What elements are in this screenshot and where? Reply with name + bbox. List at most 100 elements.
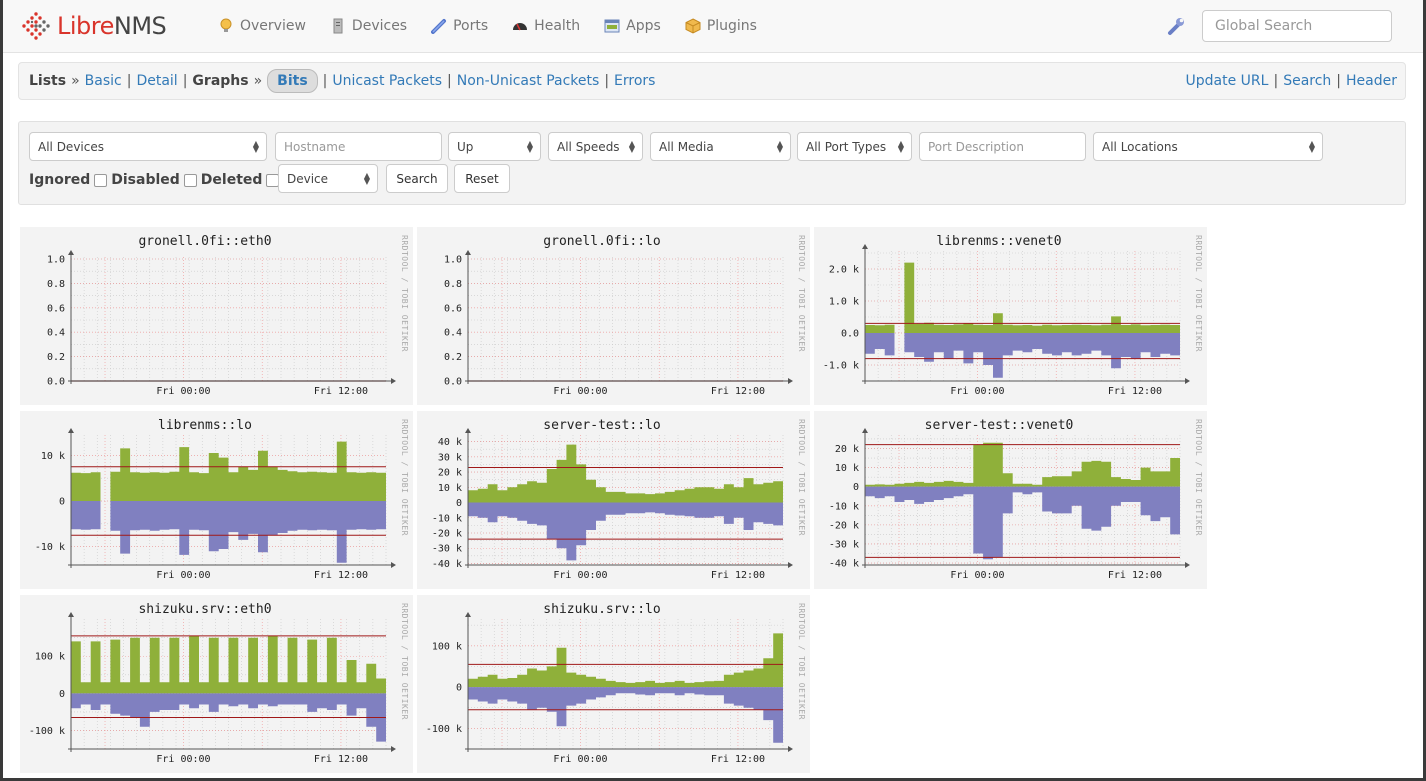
y-tick-label: -100 k <box>426 724 462 735</box>
graph-tile[interactable]: librenms::venet0 RRDTOOL / TOBI OETIKER -1… <box>814 227 1207 405</box>
lightbulb-icon <box>220 18 232 32</box>
separator: | <box>447 73 452 89</box>
state-select[interactable]: Up ▲ ▼ <box>448 132 541 161</box>
y-tick-label: 0.0 <box>841 329 859 340</box>
link-basic[interactable]: Basic <box>85 73 122 89</box>
x-tick-label: Fri 12:00 <box>711 386 765 397</box>
disabled-checkbox[interactable] <box>183 173 197 187</box>
y-tick-label: -40 k <box>432 559 462 570</box>
y-axis-arrow <box>465 250 471 255</box>
sort-select[interactable]: Device ▲ ▼ <box>278 164 378 193</box>
x-tick-label: Fri 12:00 <box>314 386 368 397</box>
y-tick-label: 0.6 <box>47 303 65 314</box>
series-area-in <box>865 262 1180 333</box>
nav-plugins-label: Plugins <box>706 18 757 34</box>
navbar: LibreNMS Overview Devices Ports Health A… <box>3 0 1423 53</box>
device-select[interactable]: All Devices ▲ ▼ <box>29 132 267 161</box>
y-tick-label: 20 k <box>835 444 859 455</box>
nav-health[interactable]: Health <box>512 18 580 34</box>
y-tick-label: 1.0 <box>47 255 65 266</box>
search-button[interactable]: Search <box>386 164 448 193</box>
location-select[interactable]: All Locations ▲ ▼ <box>1093 132 1323 161</box>
y-axis-arrow <box>465 612 471 617</box>
y-tick-label: 10 k <box>41 451 65 462</box>
ignored-checkbox[interactable] <box>94 173 108 187</box>
deleted-label: Deleted <box>200 172 263 188</box>
graph-tile[interactable]: shizuku.srv::lo RRDTOOL / TOBI OETIKER -10… <box>417 595 810 773</box>
device-select-value: All Devices <box>38 139 104 154</box>
x-axis-arrow <box>391 746 396 752</box>
select-arrows-icon: ▲ ▼ <box>1308 139 1315 154</box>
y-tick-label: 1.0 k <box>829 297 859 308</box>
link-header[interactable]: Header <box>1346 73 1397 89</box>
y-tick-label: 0.2 <box>444 352 462 363</box>
brand-name: LibreNMS <box>57 12 167 40</box>
y-axis-arrow <box>68 250 74 255</box>
location-select-value: All Locations <box>1102 139 1178 154</box>
link-unicast-packets[interactable]: Unicast Packets <box>332 73 442 89</box>
port-type-select[interactable]: All Port Types ▲ ▼ <box>797 132 912 161</box>
breadcrumb: Lists » Basic | Detail | Graphs » Bits |… <box>29 63 655 99</box>
select-arrows-icon: ▲ ▼ <box>526 139 533 154</box>
link-detail[interactable]: Detail <box>136 73 177 89</box>
y-tick-label: 0.0 <box>47 377 65 388</box>
media-select-value: All Media <box>659 139 714 154</box>
graph-tile[interactable]: server-test::venet0 RRDTOOL / TOBI OETIKE… <box>814 411 1207 589</box>
view-options-bar: Lists » Basic | Detail | Graphs » Bits |… <box>18 62 1406 100</box>
nav-overview[interactable]: Overview <box>218 18 306 34</box>
y-tick-label: -20 k <box>432 529 462 540</box>
y-tick-label: -1.0 k <box>823 361 859 372</box>
global-search-input[interactable] <box>1202 10 1392 42</box>
x-tick-label: Fri 00:00 <box>553 570 607 581</box>
y-tick-label: 0 <box>853 482 859 493</box>
select-arrows-icon: ▲ ▼ <box>897 139 904 154</box>
x-tick-label: Fri 00:00 <box>156 570 210 581</box>
link-search[interactable]: Search <box>1283 73 1331 89</box>
graph-canvas: -40 k -30 k -20 k -10 k 0 10 k 20 k Fri 00:00 Fr… <box>829 428 1190 581</box>
y-tick-label: 0.4 <box>47 328 65 339</box>
hostname-input[interactable]: Hostname <box>275 132 442 161</box>
separator: | <box>126 73 132 89</box>
graph-canvas: -100 k 0 100 k Fri 00:00 Fri 12:00 <box>426 612 793 765</box>
link-bits-active[interactable]: Bits <box>267 69 318 93</box>
nav-plugins[interactable]: Plugins <box>685 18 757 34</box>
graph-canvas: -10 k 0 10 k Fri 00:00 Fri 12:00 <box>35 428 396 581</box>
window-icon <box>604 19 620 33</box>
graph-tile[interactable]: librenms::lo RRDTOOL / TOBI OETIKER -10 k0… <box>20 411 413 589</box>
y-axis-arrow <box>862 244 868 249</box>
graph-tile[interactable]: gronell.0fi::eth0 RRDTOOL / TOBI OETIKER 0… <box>20 227 413 405</box>
brand-nms: NMS <box>113 12 167 40</box>
nav-devices[interactable]: Devices <box>330 18 407 34</box>
x-tick-label: Fri 00:00 <box>553 386 607 397</box>
nav-health-label: Health <box>534 18 581 34</box>
media-select[interactable]: All Media ▲ ▼ <box>650 132 791 161</box>
nav-ports[interactable]: Ports <box>431 18 488 34</box>
link-update-url[interactable]: Update URL <box>1186 73 1269 89</box>
wrench-icon[interactable] <box>1166 16 1186 36</box>
speed-select[interactable]: All Speeds ▲ ▼ <box>548 132 643 161</box>
reset-button[interactable]: Reset <box>454 164 510 193</box>
select-arrows-icon: ▲ ▼ <box>776 139 783 154</box>
nav-apps[interactable]: Apps <box>604 18 661 34</box>
brand-logo[interactable]: LibreNMS <box>21 10 167 42</box>
graph-tile[interactable]: gronell.0fi::lo RRDTOOL / TOBI OETIKER 0.0… <box>417 227 810 405</box>
y-tick-label: 0 <box>59 689 65 700</box>
series-area-in <box>71 635 386 694</box>
y-tick-label: -20 k <box>829 520 859 531</box>
y-tick-label: -10 k <box>432 513 462 524</box>
graph-tile[interactable]: shizuku.srv::eth0 RRDTOOL / TOBI OETIKER -… <box>20 595 413 773</box>
nav-apps-label: Apps <box>626 18 661 34</box>
ignored-label: Ignored <box>29 172 91 188</box>
y-tick-label: 100 k <box>35 652 65 663</box>
y-tick-label: 0.2 <box>47 352 65 363</box>
x-tick-label: Fri 00:00 <box>156 754 210 765</box>
y-tick-label: 0 <box>456 498 462 509</box>
y-axis-arrow <box>465 428 471 433</box>
y-tick-label: 100 k <box>432 641 462 652</box>
link-non-unicast-packets[interactable]: Non-Unicast Packets <box>457 73 600 89</box>
graph-tile[interactable]: server-test::lo RRDTOOL / TOBI OETIKER -40… <box>417 411 810 589</box>
link-errors[interactable]: Errors <box>614 73 655 89</box>
select-arrows-icon: ▲ ▼ <box>363 171 370 186</box>
port-description-input[interactable]: Port Description <box>919 132 1086 161</box>
x-axis-arrow <box>788 746 793 752</box>
